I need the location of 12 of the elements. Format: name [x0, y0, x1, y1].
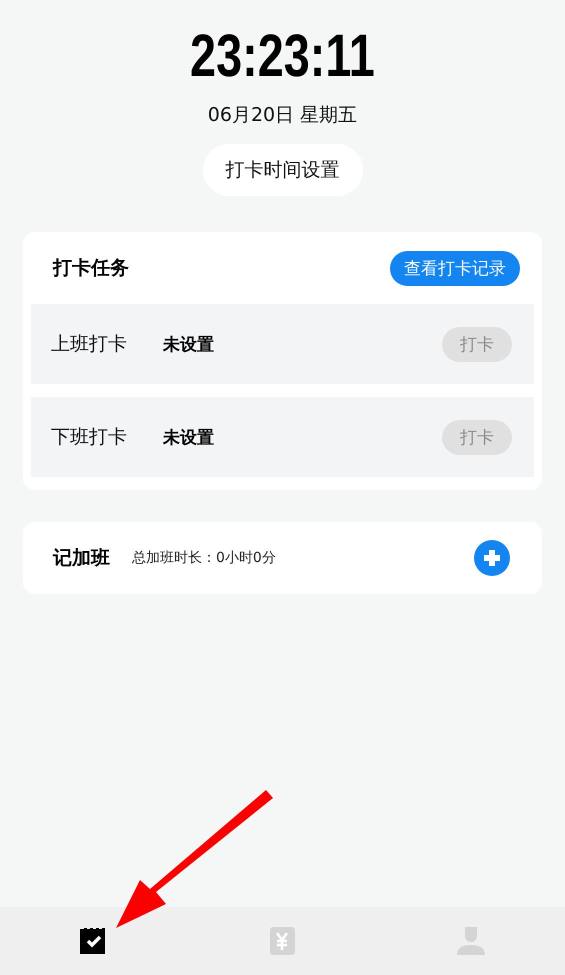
overtime-summary: 总加班时长：0小时0分: [132, 549, 277, 567]
records-button[interactable]: 查看打卡记录: [390, 250, 520, 286]
card-title: 记加班: [53, 546, 110, 571]
card-title: 打卡任务: [53, 256, 129, 281]
punch-time-value: 未设置: [163, 426, 215, 448]
punch-time-value: 未设置: [163, 334, 215, 356]
add-icon[interactable]: [474, 540, 510, 576]
punch-label: 上班打卡: [51, 332, 128, 357]
punch-label: 下班打卡: [51, 425, 128, 450]
date-text: 06月20日 星期五: [208, 103, 358, 128]
clock-time: 23:23:11: [190, 24, 375, 88]
time-settings-button[interactable]: 打卡时间设置: [202, 144, 362, 196]
